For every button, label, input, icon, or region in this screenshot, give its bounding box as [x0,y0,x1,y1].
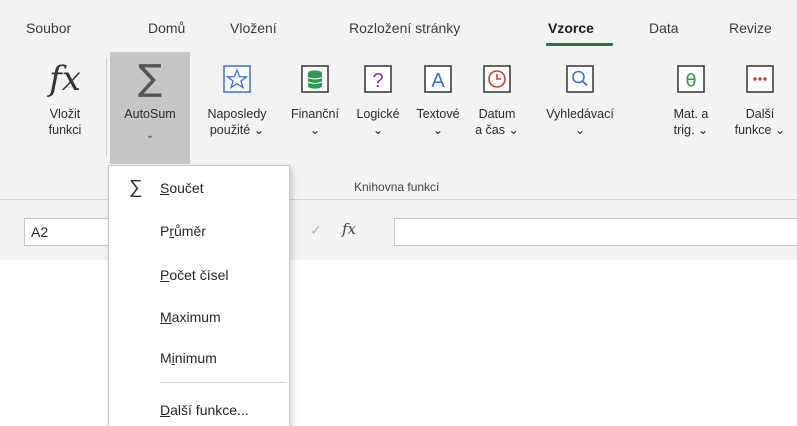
menu-item-prumer[interactable]: Průměr [109,211,289,251]
fx-icon: fx [49,59,81,99]
logical-button[interactable]: ? Logické ⌄ [348,52,408,164]
text-label-2: ⌄ [432,123,444,137]
enter-icon[interactable]: ✓ [310,222,322,239]
lookup-button[interactable]: Vyhledávací ⌄ [530,52,630,164]
tab-vlozeni[interactable]: Vložení [230,20,277,36]
sigma-icon: ∑ [129,177,143,198]
date-time-label-2: a čas ⌄ [475,123,519,137]
ribbon-tabs: Soubor Domů Vložení Rozložení stránky Vz… [0,0,797,52]
logical-label-2: ⌄ [372,123,384,137]
text-label: Textové [416,107,460,121]
chevron-down-icon: ⌄ [145,130,155,141]
autosum-button[interactable]: ∑ AutoSum ⌄ [110,52,190,164]
insert-function-icon[interactable]: fx [342,220,356,238]
more-icon [726,54,794,104]
clock-icon [466,54,528,104]
menu-item-dalsi-funkce[interactable]: Další funkce... [109,390,289,426]
financial-button[interactable]: Finanční ⌄ [284,52,346,164]
menu-item-maximum[interactable]: Maximum [109,297,289,337]
insert-function-label-2: funkci [48,123,82,137]
lookup-label-2: ⌄ [574,123,586,137]
financial-label: Finanční [291,107,339,121]
menu-item-soucet[interactable]: ∑ Součet [109,168,289,208]
tab-vzorce[interactable]: Vzorce [548,20,594,36]
formula-input[interactable] [394,218,797,246]
recently-used-label-2: použité ⌄ [209,123,265,137]
tab-rozlozeni-stranky[interactable]: Rozložení stránky [349,20,460,36]
question-icon: ? [348,54,408,104]
insert-function-button[interactable]: fx Vložit funkci [30,52,100,164]
tab-soubor[interactable]: Soubor [26,20,71,36]
name-box[interactable]: A2 [24,218,114,246]
autosum-dropdown-menu: ∑ Součet Průměr Počet čísel Maximum Mini… [108,165,290,426]
more-functions-label: Další [745,107,775,121]
math-trig-label: Mat. a [673,107,709,121]
more-functions-label-2: funkce ⌄ [734,123,786,137]
search-icon [530,54,630,104]
tab-domu[interactable]: Domů [148,20,185,36]
date-time-button[interactable]: Datum a čas ⌄ [466,52,528,164]
logical-label: Logické [356,107,400,121]
recently-used-button[interactable]: Naposledy použité ⌄ [192,52,282,164]
more-functions-button[interactable]: Další funkce ⌄ [726,52,794,164]
date-time-label: Datum [478,107,516,121]
financial-label-2: ⌄ [309,123,321,137]
lookup-label: Vyhledávací [546,107,614,121]
recently-used-label: Naposledy [207,107,267,121]
math-trig-button[interactable]: θ Mat. a trig. ⌄ [662,52,720,164]
sigma-icon: ∑ [137,58,163,99]
text-button[interactable]: A Textové ⌄ [410,52,466,164]
group-label-function-library: Knihovna funkcí [354,180,440,194]
tab-data[interactable]: Data [649,20,679,36]
active-tab-indicator [546,43,613,46]
menu-separator [160,382,286,383]
svg-text:θ: θ [685,71,696,92]
insert-function-label: Vložit [49,107,81,121]
svg-text:?: ? [372,70,383,92]
math-trig-label-2: trig. ⌄ [673,123,709,137]
tab-revize[interactable]: Revize [729,20,772,36]
text-icon: A [410,54,466,104]
star-icon [192,54,282,104]
menu-item-minimum[interactable]: Minimum [109,338,289,378]
theta-icon: θ [662,54,720,104]
menu-item-pocet-cisel[interactable]: Počet čísel [109,255,289,295]
ribbon-separator [106,58,107,156]
svg-text:A: A [431,70,445,92]
autosum-label: AutoSum [124,107,176,121]
database-icon [284,54,346,104]
